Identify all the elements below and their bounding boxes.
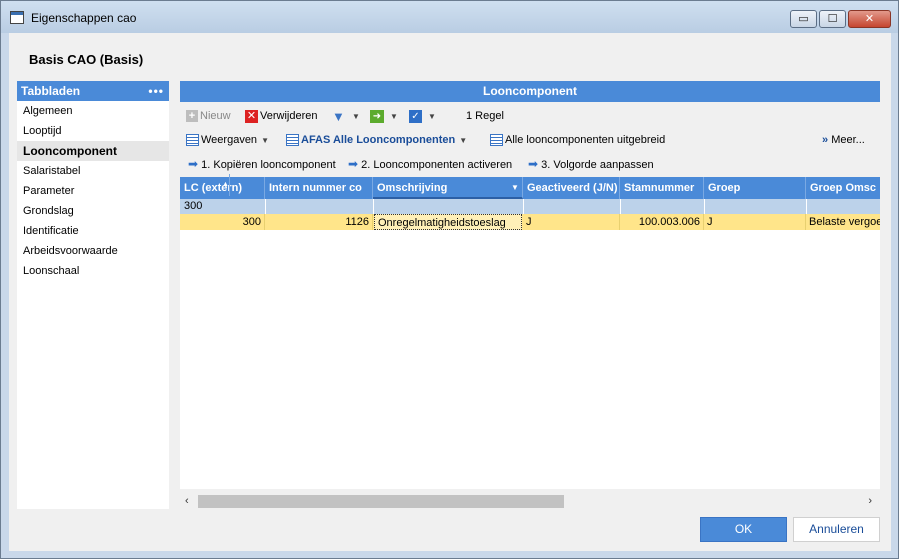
sidebar-item-grondslag[interactable]: Grondslag — [17, 201, 169, 221]
cell-divider — [620, 199, 621, 214]
arrow-right-icon: ➡ — [528, 157, 539, 171]
table-row[interactable]: 300 1126 Onregelmatigheidstoeslag J 100.… — [180, 214, 880, 230]
dialog-client: Basis CAO (Basis) Tabbladen ••• Algemeen… — [9, 33, 891, 551]
toolbar-steps: ➡ 1. Kopiëren looncomponent ➡ 2. Looncom… — [180, 153, 880, 175]
extended-view-button[interactable]: Alle looncomponenten uitgebreid — [490, 132, 665, 148]
cao-title: Basis CAO (Basis) — [29, 52, 144, 67]
record-count: 1 Regel — [466, 110, 504, 122]
cell-omschrijving[interactable]: Onregelmatigheidstoeslag — [374, 214, 522, 230]
title-bar[interactable]: Eigenschappen cao ▭ ☐ ✕ — [1, 1, 898, 33]
horizontal-scrollbar[interactable]: ‹ › — [180, 493, 880, 511]
sidebar-item-salaristabel[interactable]: Salaristabel — [17, 161, 169, 181]
scrollbar-thumb[interactable] — [198, 495, 564, 508]
sidebar-header-label: Tabbladen — [21, 84, 81, 98]
close-button[interactable]: ✕ — [848, 10, 891, 28]
toolbar-views: Weergaven ▼ AFAS Alle Looncomponenten ▼ Al… — [180, 129, 880, 151]
looncomponent-panel: Looncomponent + Nieuw ✕ Verwijderen ▼ ▼ ➜ ▼ … — [180, 81, 880, 511]
cell-groep-omschrijving[interactable]: Belaste vergoe — [806, 214, 880, 230]
group-row[interactable]: 300 — [180, 199, 880, 214]
sidebar-item-looncomponent[interactable]: Looncomponent — [17, 141, 169, 161]
step3-label: 3. Volgorde aanpassen — [541, 159, 654, 171]
view-selector-label: AFAS Alle Looncomponenten — [301, 134, 456, 146]
views-button[interactable]: Weergaven ▼ — [186, 132, 269, 148]
sidebar-item-looptijd[interactable]: Looptijd — [17, 121, 169, 141]
cell-intern-nummer[interactable]: 1126 — [265, 214, 373, 230]
dialog-window: Eigenschappen cao ▭ ☐ ✕ Basis CAO (Basis… — [0, 0, 899, 559]
select-button[interactable]: ✓ ▼ — [409, 108, 436, 124]
delete-icon: ✕ — [245, 109, 258, 123]
cancel-button[interactable]: Annuleren — [793, 517, 880, 542]
arrow-right-icon: ➡ — [348, 157, 359, 171]
panel-header: Looncomponent — [180, 81, 880, 102]
delete-button[interactable]: ✕ Verwijderen — [245, 108, 317, 124]
checkbox-icon: ✓ — [409, 109, 422, 123]
minimize-button[interactable]: ▭ — [790, 10, 817, 28]
cell-divider — [265, 199, 266, 214]
ok-button[interactable]: OK — [700, 517, 787, 542]
cell-stamnummer[interactable]: 100.003.006 — [620, 214, 704, 230]
sort-ascending-icon: ▲ — [218, 174, 230, 196]
grid-icon — [186, 134, 199, 147]
column-header-geactiveerd[interactable]: Geactiveerd (J/N) — [523, 177, 620, 199]
column-header-groep[interactable]: Groep — [704, 177, 806, 199]
window-icon — [10, 11, 24, 24]
step2-label: 2. Looncomponenten activeren — [361, 159, 513, 171]
looncomponent-grid: LC (extern) ▲ Intern nummer co Omschrijv… — [180, 174, 880, 489]
window-title: Eigenschappen cao — [31, 11, 137, 25]
scroll-left-icon[interactable]: ‹ — [185, 495, 189, 507]
group-value: 300 — [184, 200, 203, 212]
scroll-right-icon[interactable]: › — [868, 495, 872, 507]
grid-icon — [490, 134, 503, 147]
toolbar-actions: + Nieuw ✕ Verwijderen ▼ ▼ ➜ ▼ ✓ ▼ 1 Regel — [180, 105, 880, 127]
cell-divider — [523, 199, 524, 214]
sidebar-item-loonschaal[interactable]: Loonschaal — [17, 261, 169, 281]
chevron-down-icon: ▼ — [352, 112, 360, 121]
column-header-intern-nummer[interactable]: Intern nummer co — [265, 177, 373, 199]
column-filter-dropdown-icon[interactable]: ▼ — [507, 177, 523, 199]
delete-button-label: Verwijderen — [260, 110, 318, 122]
column-header-stamnummer[interactable]: Stamnummer — [620, 177, 704, 199]
sidebar-item-parameter[interactable]: Parameter — [17, 181, 169, 201]
step3-link[interactable]: ➡ 3. Volgorde aanpassen — [528, 156, 654, 172]
chevron-down-icon: ▼ — [428, 112, 436, 121]
sidebar-item-algemeen[interactable]: Algemeen — [17, 101, 169, 121]
arrow-right-icon: ➜ — [370, 109, 384, 123]
arrow-right-icon: ➡ — [188, 157, 199, 171]
more-button[interactable]: » Meer... — [822, 132, 865, 148]
step1-link[interactable]: ➡ 1. Kopiëren looncomponent — [188, 156, 336, 172]
filter-button[interactable]: ▼ ▼ — [332, 108, 360, 124]
cell-divider — [704, 199, 705, 214]
cell-lc-extern[interactable]: 300 — [180, 214, 265, 230]
cell-divider — [806, 199, 807, 214]
action-button[interactable]: ➜ ▼ — [370, 108, 398, 124]
filter-icon: ▼ — [332, 108, 345, 124]
grid-header: LC (extern) ▲ Intern nummer co Omschrijv… — [180, 174, 880, 199]
step1-label: 1. Kopiëren looncomponent — [201, 159, 336, 171]
maximize-button[interactable]: ☐ — [819, 10, 846, 28]
column-header-omschrijving[interactable]: Omschrijving — [373, 177, 523, 199]
sidebar-item-arbeidsvoorwaarde[interactable]: Arbeidsvoorwaarde — [17, 241, 169, 261]
more-button-label: Meer... — [831, 134, 865, 146]
more-dots-icon[interactable]: ••• — [148, 81, 164, 101]
double-chevron-right-icon: » — [822, 134, 829, 146]
chevron-down-icon: ▼ — [459, 136, 468, 145]
sidebar-header: Tabbladen ••• — [17, 81, 169, 101]
step2-link[interactable]: ➡ 2. Looncomponenten activeren — [348, 156, 512, 172]
chevron-down-icon: ▼ — [390, 112, 398, 121]
chevron-down-icon: ▼ — [261, 136, 269, 145]
grid-icon — [286, 134, 299, 147]
views-button-label: Weergaven — [201, 134, 258, 146]
new-button-label: Nieuw — [200, 110, 231, 122]
cell-divider — [373, 199, 374, 214]
tab-sidebar: Tabbladen ••• Algemeen Looptijd Looncomp… — [17, 81, 169, 509]
extended-view-label: Alle looncomponenten uitgebreid — [505, 134, 666, 146]
cell-geactiveerd[interactable]: J — [523, 214, 620, 230]
sidebar-item-identificatie[interactable]: Identificatie — [17, 221, 169, 241]
plus-icon: + — [186, 110, 198, 123]
cell-groep[interactable]: J — [704, 214, 806, 230]
column-header-groep-omschrijving[interactable]: Groep Omsc — [806, 177, 880, 199]
new-button[interactable]: + Nieuw — [186, 108, 231, 124]
view-selector[interactable]: AFAS Alle Looncomponenten ▼ — [286, 132, 467, 148]
